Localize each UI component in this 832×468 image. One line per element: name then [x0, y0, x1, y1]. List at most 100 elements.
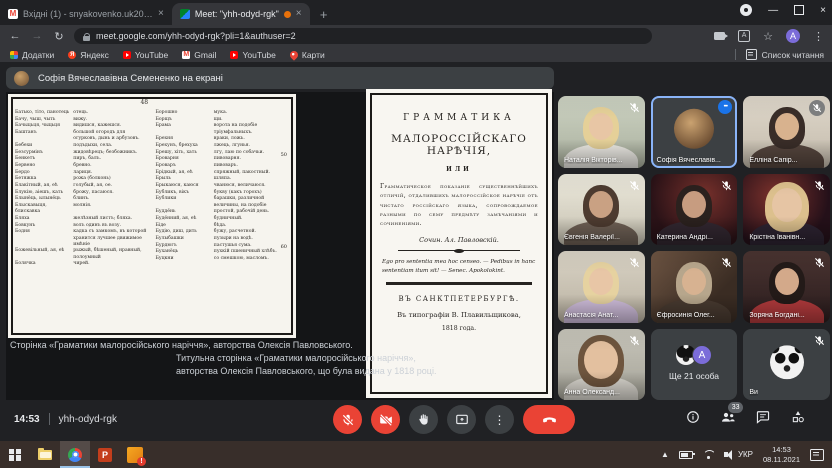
taskbar-clock[interactable]: 14:53 08.11.2021 — [763, 445, 800, 464]
window-maximize-button[interactable] — [794, 5, 804, 15]
browser-menu-icon[interactable]: ⋮ — [813, 30, 824, 43]
alert-app-taskbar-icon[interactable] — [120, 441, 150, 468]
dictionary-entry: Бідебѣда. — [156, 223, 289, 229]
language-indicator[interactable]: УКР — [738, 450, 753, 459]
volume-icon[interactable] — [724, 452, 728, 457]
dictionary-entry: Буцкнисо смешкою, масломъ. — [156, 256, 289, 262]
meet-control-bar: 14:53 yhh-odyd-rgk ⋮ 33 — [0, 400, 832, 441]
dictionary-entry: Бачыцьця, чыцьцявидишся, кажешся. — [15, 123, 148, 129]
self-tile[interactable]: Ви — [743, 329, 830, 401]
dictionary-entry: Болячкачирей. — [15, 261, 148, 267]
raise-hand-button[interactable] — [409, 405, 438, 434]
participant-tile[interactable]: Наталія Вікторів... — [558, 96, 645, 168]
camera-toggle-button[interactable] — [371, 405, 400, 434]
meeting-clock: 14:53 — [14, 414, 40, 425]
dictionary-entry: Баштанъбольшой огородъ для огурковъ, дын… — [15, 130, 148, 142]
tab-search-icon[interactable] — [740, 4, 752, 16]
bookmark-item[interactable]: Gmail — [182, 50, 216, 60]
more-options-button[interactable]: ⋮ — [485, 405, 514, 434]
book-year: 1818 года. — [380, 325, 538, 332]
tab-gmail[interactable]: M Вхідні (1) - snyakovenko.uk20@l × — [0, 3, 172, 25]
participant-tile[interactable]: Анастасія Анат... — [558, 251, 645, 323]
participant-tile[interactable]: Елліна Сапір... — [743, 96, 830, 168]
participant-tile-presenter[interactable]: ••• Софія Вячеславів... — [651, 96, 738, 168]
reload-button[interactable]: ↻ — [52, 30, 66, 43]
activities-icon[interactable] — [790, 409, 806, 425]
camera-permission-icon[interactable] — [714, 32, 725, 40]
bookmark-favicon — [123, 51, 131, 59]
wifi-icon[interactable] — [703, 450, 714, 459]
bookmark-star-icon[interactable]: ☆ — [763, 30, 773, 43]
file-explorer-icon[interactable] — [30, 441, 60, 468]
dictionary-entry: Божевільный, ая, еѣрыжый, бѣшеный, нравн… — [15, 248, 148, 260]
book-epigraph: Ego pro sententia mea hoc censeo. — Pedi… — [382, 258, 536, 275]
page-number: 48 — [140, 99, 148, 106]
powerpoint-taskbar-icon[interactable]: P — [90, 441, 120, 468]
browser-toolbar: ← → ↻ meet.google.com/yhh-odyd-rgk?pli=1… — [0, 25, 832, 47]
new-tab-button[interactable]: + — [314, 5, 334, 25]
speaking-indicator-icon: ••• — [718, 100, 732, 114]
end-call-button[interactable] — [523, 405, 575, 434]
bookmark-item[interactable]: Карти — [290, 50, 325, 60]
bookmark-favicon — [10, 51, 18, 59]
address-bar[interactable]: meet.google.com/yhh-odyd-rgk?pli=1&authu… — [74, 28, 652, 44]
window-minimize-button[interactable]: — — [768, 5, 778, 16]
bookmark-item[interactable]: Додатки — [10, 50, 54, 60]
book-or-word: ИЛИ — [380, 166, 538, 173]
mic-muted-icon — [629, 178, 640, 189]
participant-tile[interactable]: Зоряна Богдані... — [743, 251, 830, 323]
dictionary-column-1: Батько, тіто, панотецьотець. Бачу, чыш, … — [15, 110, 148, 268]
book-printer: Въ типографіи В. Плавильщикова, — [380, 311, 538, 319]
hidden-icons-chevron[interactable]: ▲ — [661, 450, 669, 459]
action-center-icon[interactable] — [810, 449, 824, 461]
presenter-avatar — [14, 71, 29, 86]
participant-name: Анастасія Анат... — [564, 312, 618, 319]
lock-icon — [83, 33, 90, 41]
bookmark-item[interactable]: Яндекс — [68, 50, 109, 60]
presenting-banner-text: Софія Вячеславівна Семененко на екрані — [38, 73, 223, 84]
dictionary-entry: Бубликибарашки, различной величины, на п… — [156, 196, 289, 208]
shared-screen: 48 50 60 Батько, тіто, панотецьотець. Ба… — [6, 92, 554, 402]
participant-name: Євгенія Валерії... — [564, 234, 620, 241]
mic-toggle-button[interactable] — [333, 405, 362, 434]
participant-name: Наталія Вікторів... — [564, 157, 623, 164]
dictionary-entry: Бенкетъпиръ, балъ. — [15, 156, 148, 162]
participant-name: Елліна Сапір... — [749, 157, 797, 164]
start-button[interactable] — [0, 441, 30, 468]
meet-favicon — [180, 9, 190, 19]
tab-meet[interactable]: Meet: "yhh-odyd-rgk" × — [172, 3, 310, 25]
tab-close-icon[interactable]: × — [296, 9, 302, 19]
chrome-taskbar-icon[interactable] — [60, 441, 90, 468]
dictionary-entry: Безсурмінъжидовѣрецъ; безбожникъ. — [15, 150, 148, 156]
present-screen-button[interactable] — [447, 405, 476, 434]
forward-button[interactable]: → — [30, 30, 44, 42]
translate-icon[interactable]: A — [738, 30, 750, 42]
meeting-details-icon[interactable] — [685, 409, 701, 425]
mic-muted-icon — [814, 255, 825, 266]
dictionary-page-scan: 48 50 60 Батько, тіто, панотецьотець. Ба… — [8, 94, 296, 338]
dictionary-entry: Брешу, хіть, хатьлгу, лаю по собачьи. — [156, 150, 289, 156]
participants-panel-icon[interactable]: 33 — [720, 409, 736, 425]
mic-muted-icon — [629, 255, 640, 266]
tab-close-icon[interactable]: × — [158, 9, 164, 19]
participant-tile[interactable]: Крістіна Іванівн... — [743, 174, 830, 246]
back-button[interactable]: ← — [8, 30, 22, 42]
taskbar-time: 14:53 — [772, 445, 791, 454]
bookmark-item[interactable]: YouTube — [230, 50, 275, 60]
dictionary-entry: Борошномука. — [156, 110, 289, 116]
chat-panel-icon[interactable] — [755, 409, 771, 425]
participant-tile[interactable]: Анна Олександ... — [558, 329, 645, 401]
profile-avatar[interactable]: A — [786, 29, 800, 43]
dictionary-entry: Бебехиподъдыхи, села. — [15, 143, 148, 149]
window-close-button[interactable]: × — [820, 5, 826, 16]
more-participants-tile[interactable]: A Ще 21 особа — [651, 329, 738, 401]
participant-tile[interactable]: Єфросинія Олег... — [651, 251, 738, 323]
dictionary-entry: Брехунъ, брехухалжець, лгунья. — [156, 143, 289, 149]
windows-taskbar: P ▲ УКР 14:53 08.11.2021 — [0, 441, 832, 468]
participant-tile[interactable]: Євгенія Валерії... — [558, 174, 645, 246]
participant-tile[interactable]: Катерина Андрі... — [651, 174, 738, 246]
dictionary-entry: Брыльшляпа. — [156, 176, 289, 182]
bookmark-item[interactable]: YouTube — [123, 50, 168, 60]
book-author: Сочин. Ал. Павловскій. — [380, 236, 538, 244]
battery-icon[interactable] — [679, 451, 693, 459]
